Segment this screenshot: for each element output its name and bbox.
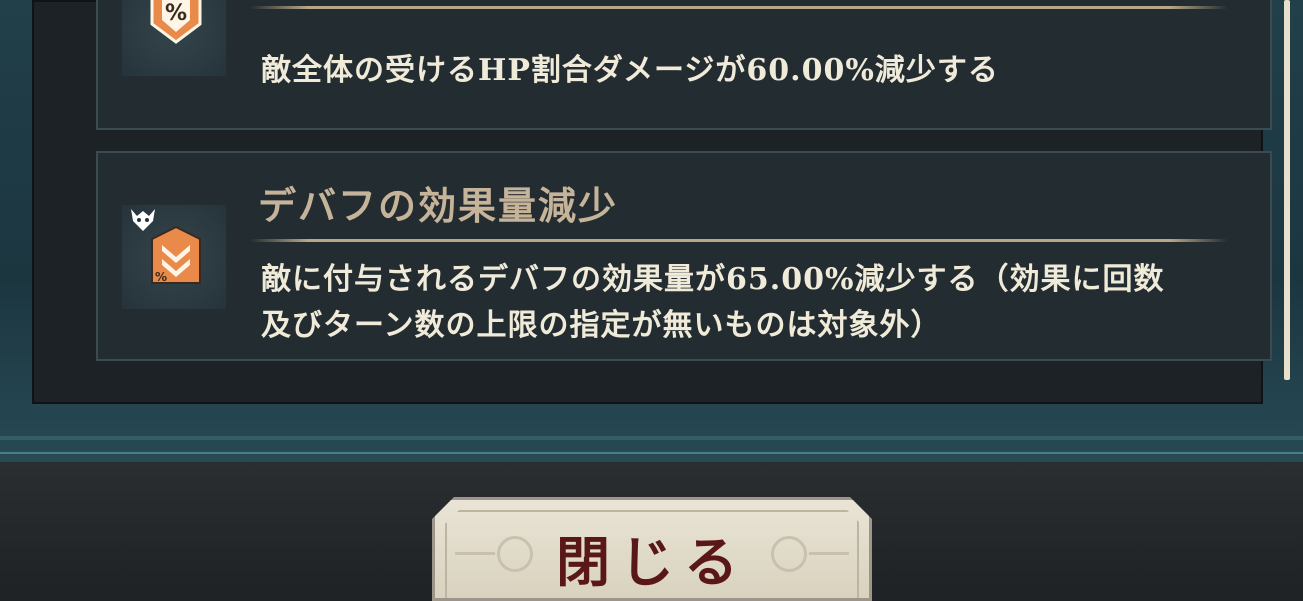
effect-description: 敵全体の受けるHP割合ダメージが60.00%減少する [261, 53, 999, 88]
effect-icon-frame: % [122, 205, 226, 309]
effect-title: デバフの効果量減少 [258, 183, 619, 228]
title-divider [250, 239, 1228, 242]
effect-description: 敵に付与されるデバフの効果量が65.00%減少する（効果に回数 及びターン数の上… [261, 257, 1261, 349]
title-divider [250, 6, 1228, 9]
percent-debuff-down-icon: % [151, 225, 201, 284]
close-button-label: 閉じる [556, 530, 748, 594]
svg-text:%: % [155, 270, 167, 284]
effect-description-line: 及びターン数の上限の指定が無いものは対象外） [261, 308, 942, 343]
effect-card-hp-damage: % 敵全体の受けるHP割合ダメージが60.00%減少する [96, 0, 1272, 130]
percent-shield-icon: % [150, 0, 202, 44]
effect-description-line: 敵に付与されるデバフの効果量が65.00%減少する（効果に回数 [261, 262, 1165, 297]
scrollbar[interactable] [1284, 0, 1290, 380]
frame-divider [0, 452, 1303, 454]
close-button[interactable]: 閉じる [432, 497, 872, 601]
effect-card-debuff-reduction: デバフの効果量減少 % 敵に付与されるデバフの効果量が65.00%減少する（効果… [96, 151, 1272, 361]
effect-icon-frame: % [122, 0, 226, 76]
svg-text:%: % [165, 1, 187, 26]
effect-list-panel[interactable]: % 敵全体の受けるHP割合ダメージが60.00%減少する デバフの効果量減少 %… [32, 0, 1290, 404]
